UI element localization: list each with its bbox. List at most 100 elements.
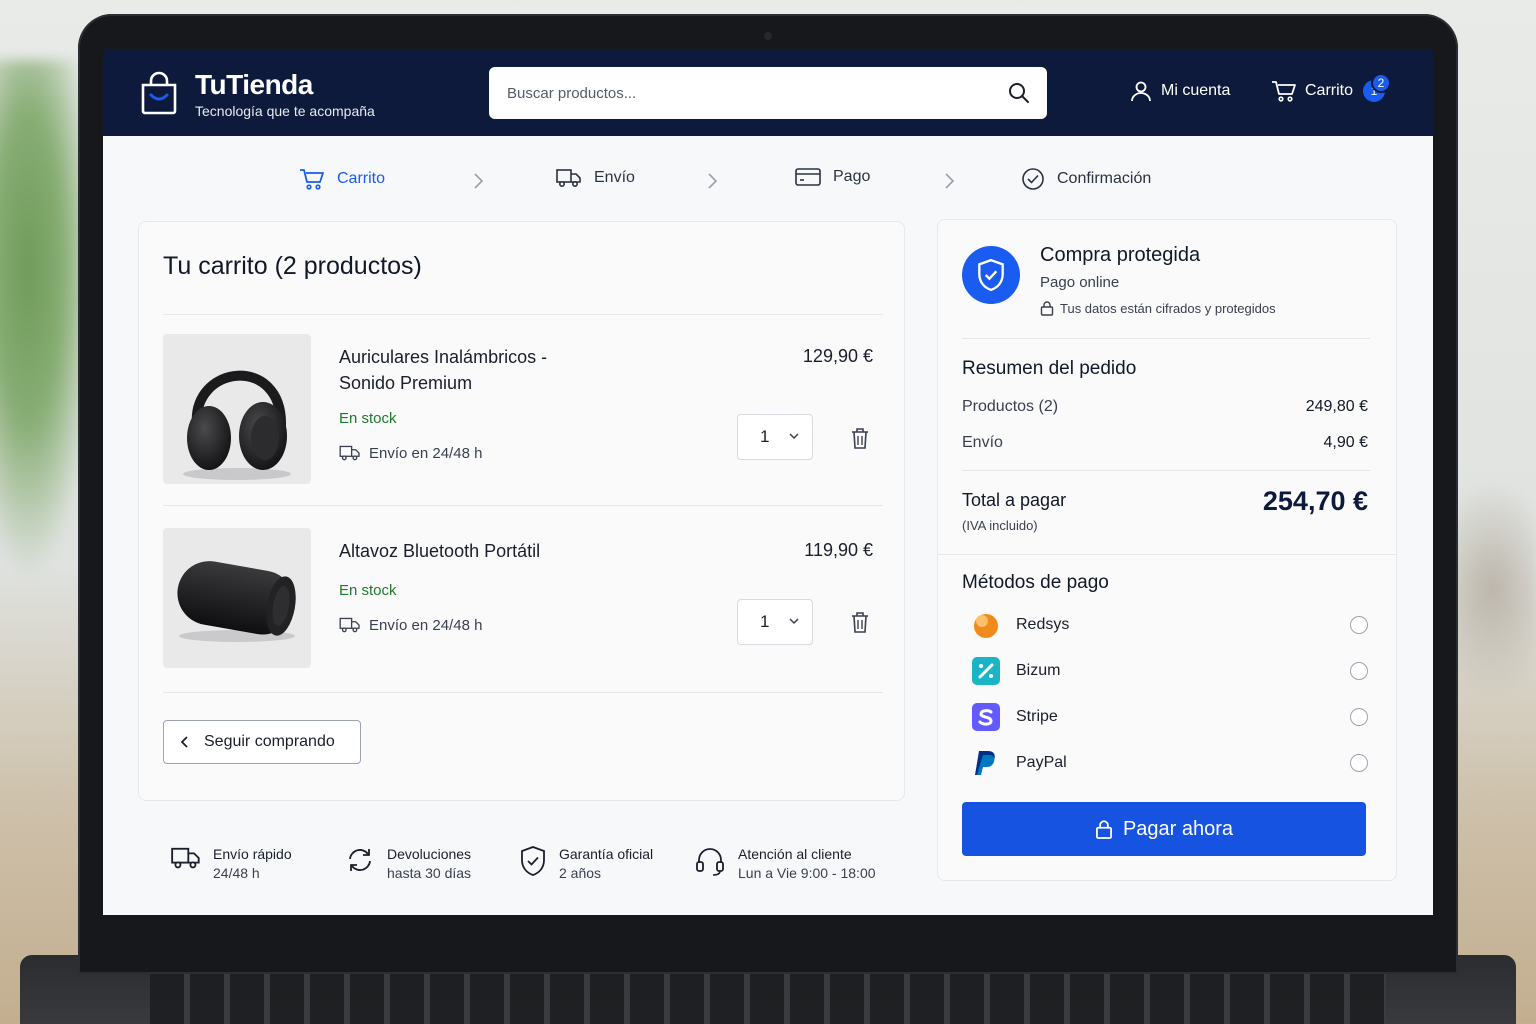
payment-method-label: PayPal — [1016, 754, 1067, 771]
user-icon — [1131, 81, 1151, 102]
payment-method-redsys[interactable]: Redsys — [972, 608, 1368, 642]
trash-icon[interactable] — [849, 426, 871, 450]
shield-check-icon — [521, 846, 545, 876]
divider — [962, 338, 1370, 339]
chevron-right-icon — [945, 173, 955, 189]
step-cart[interactable]: Carrito — [299, 167, 385, 191]
cart-icon — [1272, 81, 1296, 102]
feature-title: Atención al cliente — [738, 846, 852, 862]
product-name[interactable]: Altavoz Bluetooth Portátil — [339, 538, 639, 564]
chevron-down-icon — [789, 433, 799, 440]
quantity-select[interactable]: 1 — [737, 599, 813, 645]
product-image-headphones[interactable] — [163, 334, 311, 484]
cart-item: Altavoz Bluetooth Portátil 119,90 € En s… — [163, 528, 883, 668]
chevron-right-icon — [474, 173, 484, 189]
shopping-bag-logo-icon[interactable] — [139, 71, 179, 115]
feature-title: Devoluciones — [387, 846, 472, 862]
step-confirmation[interactable]: Confirmación — [1021, 167, 1151, 191]
chevron-down-icon — [789, 618, 799, 625]
payment-method-label: Stripe — [1016, 708, 1058, 725]
product-price: 119,90 € — [804, 540, 873, 560]
payment-methods-heading: Métodos de pago — [962, 572, 1109, 593]
brand-tagline: Tecnología que te acompaña — [195, 103, 375, 119]
secure-badge — [962, 246, 1020, 304]
search-icon[interactable] — [1007, 81, 1031, 105]
order-summary-panel: Compra protegida Pago online Tus datos e… — [937, 219, 1397, 881]
chevron-left-icon — [180, 736, 188, 748]
secure-purchase-title: Compra protegida — [1040, 244, 1201, 266]
quantity-select[interactable]: 1 — [737, 414, 813, 460]
cart-link[interactable]: Carrito 1 — [1271, 79, 1386, 103]
feature-warranty: Garantía oficial 2 años — [519, 845, 653, 883]
credit-card-icon — [795, 168, 821, 186]
refresh-icon — [349, 849, 371, 871]
payment-method-radio[interactable] — [1350, 754, 1368, 772]
step-label: Envío — [594, 169, 635, 186]
continue-shopping-button[interactable]: Seguir comprando — [163, 720, 361, 764]
cart-panel: Tu carrito (2 productos) Auriculares Ina… — [138, 221, 905, 801]
account-link[interactable]: Mi cuenta — [1129, 79, 1230, 103]
step-label: Confirmación — [1057, 170, 1152, 187]
account-label: Mi cuenta — [1161, 82, 1231, 99]
shipping-text: Envío en 24/48 h — [369, 616, 483, 634]
feature-subtitle: hasta 30 días — [387, 865, 472, 881]
payment-method-label: Redsys — [1016, 616, 1070, 633]
feature-title: Envío rápido — [213, 846, 292, 862]
cart-label: Carrito — [1305, 82, 1354, 99]
trash-icon[interactable] — [849, 610, 871, 634]
shield-check-icon — [978, 258, 1004, 292]
stripe-logo-icon — [972, 703, 1000, 731]
cart-icon — [300, 169, 324, 190]
total-value: 254,70 € — [1262, 486, 1368, 516]
divider — [163, 505, 883, 506]
product-name[interactable]: Auriculares Inalámbricos - Sonido Premiu… — [339, 344, 579, 396]
secure-purchase-subtitle: Pago online — [1040, 274, 1120, 291]
feature-returns: Devoluciones hasta 30 días — [345, 845, 471, 883]
shipping-info: Envío en 24/48 h — [339, 444, 482, 462]
summary-shipping-value: 4,90 € — [1323, 434, 1368, 451]
payment-method-paypal[interactable]: PayPal — [972, 746, 1368, 780]
step-payment[interactable]: Pago — [795, 167, 870, 187]
total-vat-note: (IVA incluido) — [962, 518, 1038, 533]
quantity-value: 1 — [760, 612, 770, 631]
checkout-steps: Carrito Envío Pago Confirmación — [103, 167, 1433, 197]
step-label: Carrito — [337, 170, 386, 187]
top-navigation-bar: TuTienda Tecnología que te acompaña Mi c… — [103, 49, 1433, 136]
divider — [962, 470, 1370, 471]
feature-support: Atención al cliente Lun a Vie 9:00 - 18:0… — [694, 845, 876, 883]
secure-note: Tus datos están cifrados y protegidos — [1040, 300, 1276, 316]
truck-icon — [339, 617, 360, 633]
pay-now-button[interactable]: Pagar ahora — [962, 802, 1366, 856]
keyboard-keys — [150, 970, 1386, 1024]
payment-method-radio[interactable] — [1350, 708, 1368, 726]
step-shipping[interactable]: Envío — [556, 167, 635, 189]
payment-method-radio[interactable] — [1350, 616, 1368, 634]
truck-icon — [171, 847, 200, 869]
divider — [163, 314, 883, 315]
search-input[interactable] — [507, 67, 987, 119]
bizum-logo-icon — [972, 657, 1000, 685]
quantity-value: 1 — [760, 427, 770, 446]
product-image-speaker[interactable] — [163, 528, 311, 668]
paypal-logo-icon — [972, 749, 1000, 777]
browser-screen: TuTienda Tecnología que te acompaña Mi c… — [103, 49, 1433, 915]
cart-item: Auriculares Inalámbricos - Sonido Premiu… — [163, 334, 883, 486]
truck-icon — [339, 445, 360, 461]
payment-method-stripe[interactable]: Stripe — [972, 700, 1368, 734]
feature-title: Garantía oficial — [559, 846, 654, 862]
payment-method-label: Bizum — [1016, 662, 1061, 679]
payment-method-radio[interactable] — [1350, 662, 1368, 680]
webcam — [764, 32, 772, 40]
lock-icon — [1095, 820, 1112, 839]
search-box — [489, 67, 1047, 119]
stock-status: En stock — [339, 410, 397, 427]
summary-products-value: 249,80 € — [1305, 398, 1368, 415]
payment-method-bizum[interactable]: Bizum — [972, 654, 1368, 688]
feature-subtitle: 24/48 h — [213, 865, 260, 881]
cart-badge: 2 — [1371, 73, 1391, 93]
brand-name[interactable]: TuTienda — [195, 69, 313, 101]
summary-shipping-row: Envío 4,90 € — [962, 434, 1368, 452]
product-price: 129,90 € — [802, 346, 873, 366]
total-label: Total a pagar — [962, 490, 1067, 510]
order-summary-heading: Resumen del pedido — [962, 358, 1137, 379]
